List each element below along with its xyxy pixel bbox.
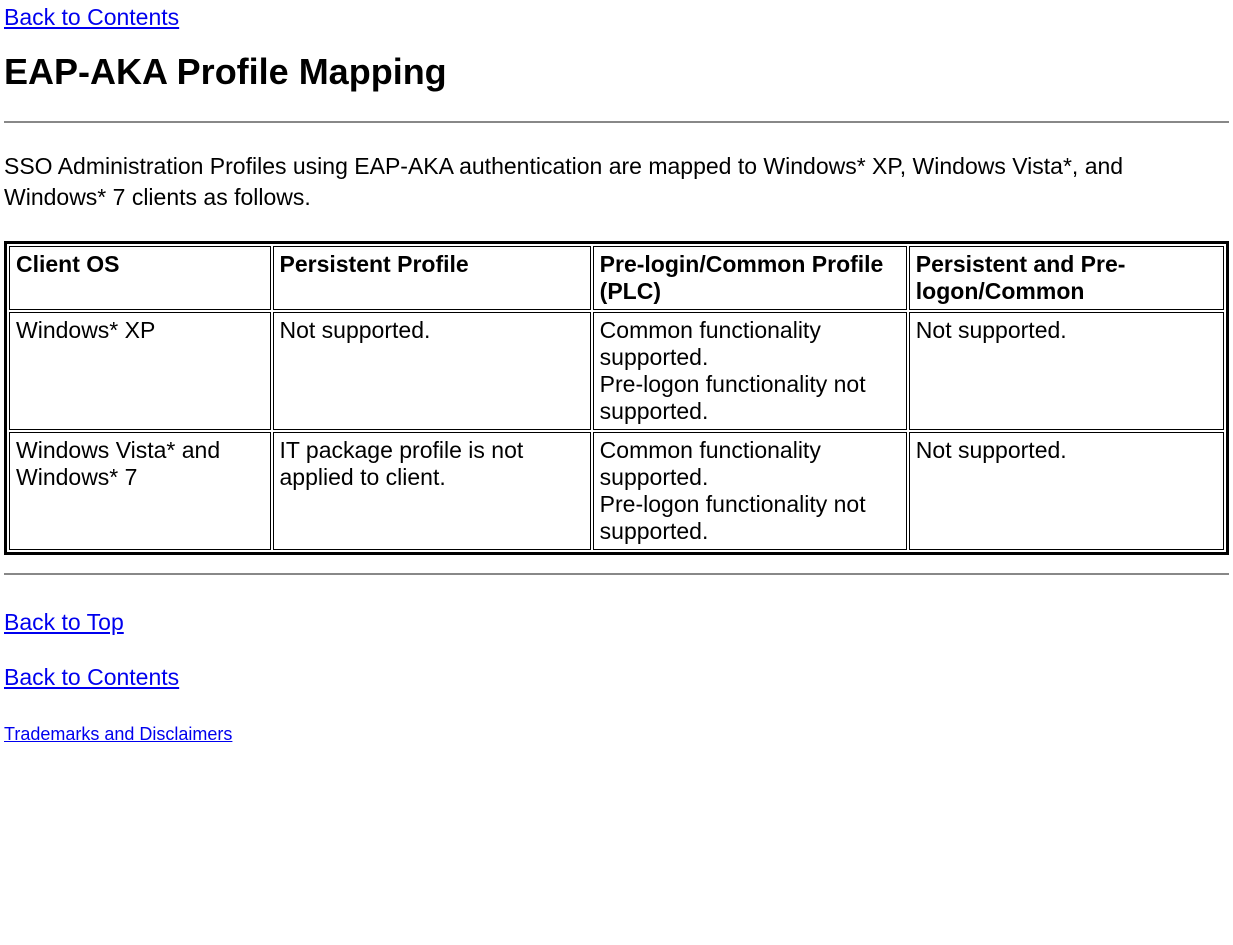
cell-persistent-profile: IT package profile is not applied to cli… — [273, 432, 591, 550]
cell-line: Common functionality supported. — [600, 317, 900, 371]
intro-paragraph: SSO Administration Profiles using EAP-AK… — [4, 151, 1229, 213]
trademarks-disclaimers-link[interactable]: Trademarks and Disclaimers — [4, 724, 232, 744]
back-to-contents-link-top[interactable]: Back to Contents — [4, 4, 179, 30]
table-header-row: Client OS Persistent Profile Pre-login/C… — [9, 246, 1224, 310]
page-title: EAP-AKA Profile Mapping — [4, 51, 1229, 93]
divider-top — [4, 121, 1229, 123]
cell-persistent-prelogon: Not supported. — [909, 432, 1224, 550]
cell-persistent-prelogon: Not supported. — [909, 312, 1224, 430]
column-header-prelogin-common: Pre-login/Common Profile (PLC) — [593, 246, 907, 310]
column-header-persistent-profile: Persistent Profile — [273, 246, 591, 310]
cell-line: Pre-logon functionality not supported. — [600, 491, 900, 545]
cell-prelogin-common: Common functionality supported. Pre-logo… — [593, 312, 907, 430]
cell-client-os: Windows Vista* and Windows* 7 — [9, 432, 271, 550]
cell-prelogin-common: Common functionality supported. Pre-logo… — [593, 432, 907, 550]
column-header-client-os: Client OS — [9, 246, 271, 310]
cell-persistent-profile: Not supported. — [273, 312, 591, 430]
divider-bottom — [4, 573, 1229, 575]
cell-line: Pre-logon functionality not supported. — [600, 371, 900, 425]
column-header-persistent-prelogon: Persistent and Pre-logon/Common — [909, 246, 1224, 310]
cell-client-os: Windows* XP — [9, 312, 271, 430]
back-to-top-link[interactable]: Back to Top — [4, 609, 1229, 636]
profile-mapping-table: Client OS Persistent Profile Pre-login/C… — [4, 241, 1229, 555]
cell-line: Common functionality supported. — [600, 437, 900, 491]
back-to-contents-link-bottom[interactable]: Back to Contents — [4, 664, 1229, 691]
table-row: Windows* XP Not supported. Common functi… — [9, 312, 1224, 430]
table-row: Windows Vista* and Windows* 7 IT package… — [9, 432, 1224, 550]
